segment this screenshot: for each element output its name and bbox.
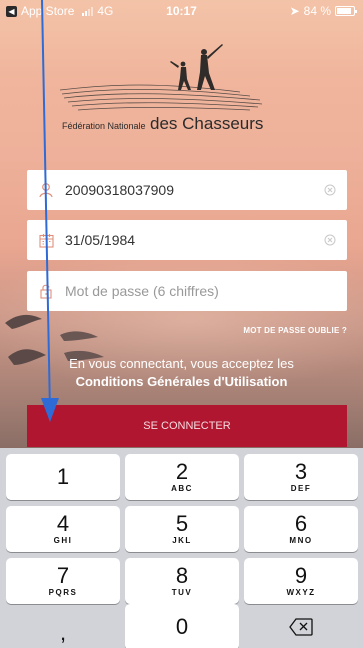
numeric-keyboard: 1 2 ABC 3 DEF 4 GHI 5 JKL 6 MNO 7 PQRS 8… xyxy=(0,448,363,648)
logo-prefix: Fédération Nationale xyxy=(62,121,146,131)
key-6[interactable]: 6 MNO xyxy=(244,506,358,552)
key-0[interactable]: 0 xyxy=(125,604,239,648)
key-3-letters: DEF xyxy=(290,484,312,493)
key-3[interactable]: 3 DEF xyxy=(244,454,358,500)
logo-name: des Chasseurs xyxy=(150,114,264,133)
key-2[interactable]: 2 ABC xyxy=(125,454,239,500)
lock-icon xyxy=(27,283,65,299)
battery-icon xyxy=(335,6,357,16)
key-1[interactable]: 1 xyxy=(6,454,120,500)
calendar-icon xyxy=(27,233,65,248)
key-6-letters: MNO xyxy=(289,536,313,545)
key-1-digit: 1 xyxy=(56,464,70,489)
clear-identifier-icon[interactable] xyxy=(313,184,347,196)
key-3-digit: 3 xyxy=(294,459,308,484)
key-9-letters: WXYZ xyxy=(286,588,316,597)
terms-link[interactable]: Conditions Générales d'Utilisation xyxy=(0,373,363,391)
key-8-letters: TUV xyxy=(171,588,193,597)
key-9[interactable]: 9 WXYZ xyxy=(244,558,358,604)
status-bar: ◀ App Store 4G 10:17 ➤ 84 % xyxy=(0,0,363,22)
login-button[interactable]: SE CONNECTER xyxy=(27,405,347,447)
key-5[interactable]: 5 JKL xyxy=(125,506,239,552)
logo-title: Fédération Nationale des Chasseurs xyxy=(62,114,263,134)
key-8[interactable]: 8 TUV xyxy=(125,558,239,604)
forgot-password-link[interactable]: MOT DE PASSE OUBLIE ? xyxy=(243,326,347,335)
identifier-value: 20090318037909 xyxy=(65,182,175,198)
key-7[interactable]: 7 PQRS xyxy=(6,558,120,604)
key-4-digit: 4 xyxy=(56,511,70,536)
delete-key[interactable] xyxy=(244,604,358,648)
key-7-digit: 7 xyxy=(56,563,70,588)
key-comma[interactable]: , xyxy=(6,610,120,648)
key-7-letters: PQRS xyxy=(48,588,78,597)
password-field[interactable]: Mot de passe (6 chiffres) xyxy=(27,271,347,311)
birthdate-value: 31/05/1984 xyxy=(65,232,136,248)
key-comma-char: , xyxy=(59,620,67,645)
birthdate-field[interactable]: 31/05/1984 xyxy=(27,220,347,260)
key-2-digit: 2 xyxy=(175,459,189,484)
key-0-digit: 0 xyxy=(175,614,189,639)
backspace-icon xyxy=(289,618,313,636)
key-5-digit: 5 xyxy=(175,511,189,536)
identifier-field[interactable]: 20090318037909 xyxy=(27,170,347,210)
key-4[interactable]: 4 GHI xyxy=(6,506,120,552)
key-5-letters: JKL xyxy=(172,536,192,545)
key-2-letters: ABC xyxy=(171,484,193,493)
key-9-digit: 9 xyxy=(294,563,308,588)
user-icon xyxy=(27,182,65,198)
consent-text: En vous connectant, vous acceptez les Co… xyxy=(0,355,363,391)
location-arrow-icon: ➤ xyxy=(289,4,300,18)
key-4-letters: GHI xyxy=(53,536,73,545)
password-placeholder: Mot de passe (6 chiffres) xyxy=(65,283,219,299)
consent-line: En vous connectant, vous acceptez les xyxy=(69,356,294,371)
clear-birthdate-icon[interactable] xyxy=(313,234,347,246)
key-8-digit: 8 xyxy=(175,563,189,588)
key-6-digit: 6 xyxy=(294,511,308,536)
battery-percent: 84 % xyxy=(303,4,331,18)
